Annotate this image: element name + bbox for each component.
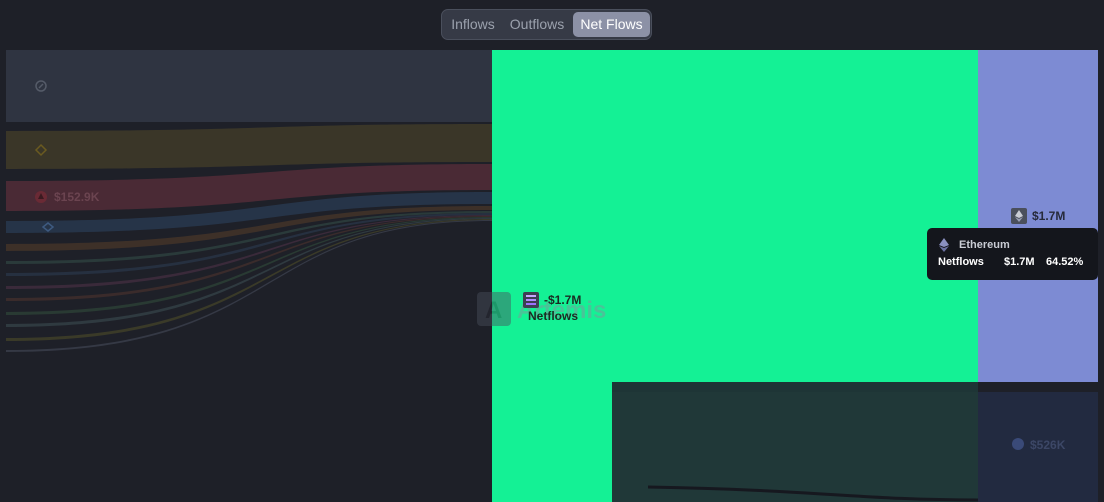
ethereum-tooltip: Ethereum Netflows $1.7M 64.52% — [927, 228, 1098, 280]
avalanche-icon — [35, 191, 47, 203]
netflows-title: Netflows — [528, 309, 578, 323]
left-flow-band[interactable] — [6, 50, 492, 122]
netflows-value: -$1.7M — [544, 293, 581, 307]
ethereum-value: $1.7M — [1032, 209, 1065, 223]
tooltip-value: $1.7M — [1004, 256, 1035, 268]
left-flow-band[interactable] — [6, 124, 492, 169]
avalanche-value: $152.9K — [54, 190, 100, 204]
tooltip-title: Ethereum — [959, 239, 1010, 251]
ethereum-icon — [939, 238, 949, 252]
tooltip-label: Netflows — [938, 256, 984, 268]
flow-lower-band — [612, 392, 978, 502]
flow-to-ethereum[interactable] — [612, 50, 978, 382]
netflows-node[interactable] — [492, 50, 612, 502]
svg-text:A: A — [485, 297, 502, 324]
second-chain-value: $526K — [1030, 438, 1066, 452]
ethereum-label: $1.7M — [1011, 208, 1065, 224]
tooltip-percent: 64.52% — [1046, 256, 1084, 268]
coin-icon — [1012, 438, 1024, 450]
